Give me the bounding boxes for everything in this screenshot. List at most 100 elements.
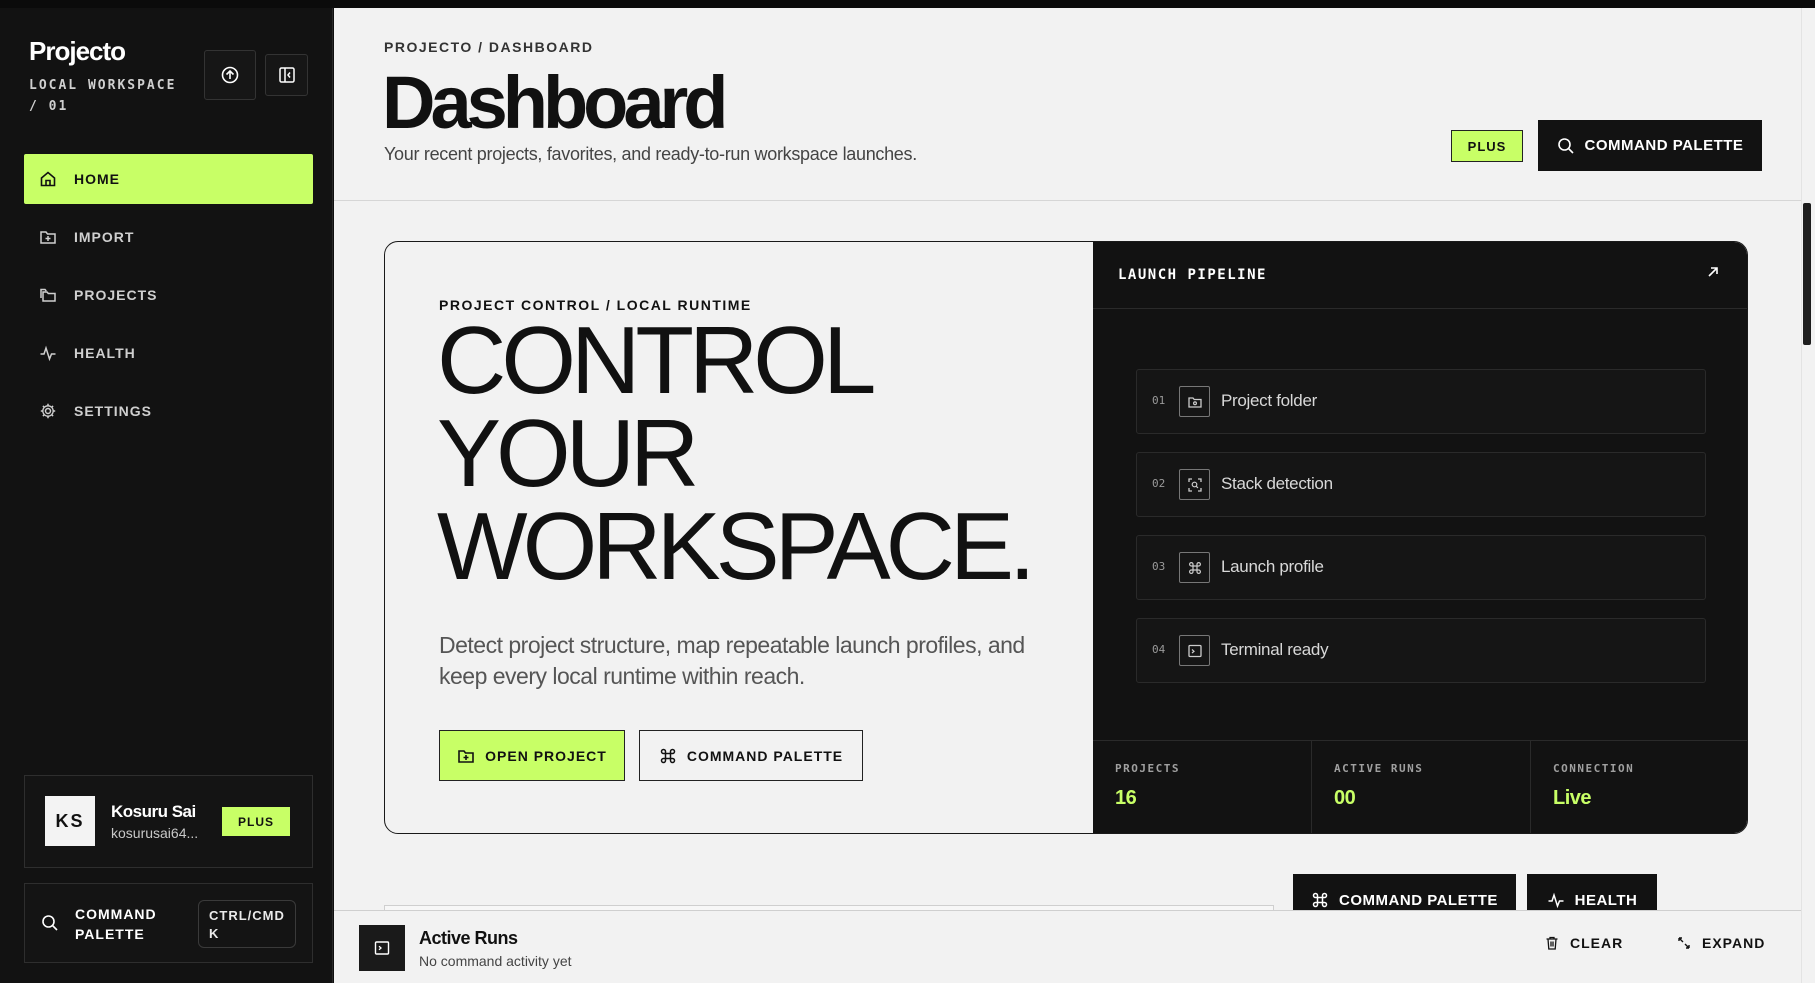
active-runs-title: Active Runs — [419, 928, 518, 948]
scan-icon — [1179, 469, 1210, 500]
sidebar-item-label: HEALTH — [74, 345, 136, 361]
terminal-icon — [1179, 635, 1210, 666]
search-icon — [41, 914, 59, 932]
window-top-border — [0, 0, 1815, 8]
hero-description: Detect project structure, map repeatable… — [439, 632, 1025, 689]
step-number: 01 — [1152, 394, 1166, 407]
scrollbar-track[interactable] — [1801, 8, 1815, 983]
stat-label: CONNECTION — [1553, 762, 1635, 775]
pulse-icon — [38, 343, 58, 363]
sidebar-item-label: PROJECTS — [74, 287, 158, 303]
step-label: Terminal ready — [1221, 640, 1329, 659]
plan-badge: PLUS — [1451, 130, 1523, 162]
button-label: COMMAND PALETTE — [1584, 137, 1744, 154]
button-label: COMMAND PALETTE — [1339, 891, 1498, 909]
expand-button[interactable]: EXPAND — [1676, 935, 1765, 951]
command-icon — [1311, 891, 1329, 909]
launch-pipeline-panel: LAUNCH PIPELINE 01 Project folder 02 Sta… — [1093, 242, 1747, 833]
trash-icon — [1544, 935, 1560, 951]
button-label: HEALTH — [1574, 891, 1638, 909]
step-label: Project folder — [1221, 391, 1317, 410]
sidebar-collapse-icon — [278, 66, 296, 84]
page-title: Dashboard — [382, 61, 729, 144]
header-divider — [334, 200, 1801, 201]
pipeline-title: LAUNCH PIPELINE — [1118, 267, 1267, 283]
gear-icon — [38, 401, 58, 421]
expand-icon — [1676, 935, 1692, 951]
button-label: COMMAND PALETTE — [686, 747, 844, 764]
folder-icon — [1179, 386, 1210, 417]
folders-icon — [38, 285, 58, 305]
pipeline-divider — [1093, 308, 1747, 309]
active-runs-status: No command activity yet — [419, 953, 572, 969]
upload-button[interactable] — [204, 50, 256, 100]
pipeline-step: 02 Stack detection — [1136, 452, 1706, 517]
scrollbar-thumb[interactable] — [1803, 203, 1811, 345]
pulse-icon — [1547, 891, 1565, 909]
folder-import-icon — [38, 227, 58, 247]
active-runs-bar: Active Runs No command activity yet CLEA… — [334, 910, 1801, 983]
pipeline-steps: 01 Project folder 02 Stack detection 03 … — [1136, 369, 1706, 701]
step-number: 03 — [1152, 560, 1166, 573]
avatar: KS — [45, 796, 95, 846]
open-external-button[interactable] — [1705, 264, 1721, 280]
collapse-sidebar-button[interactable] — [265, 54, 308, 96]
sidebar-item-settings[interactable]: SETTINGS — [24, 386, 313, 436]
stat-active-runs: ACTIVE RUNS 00 — [1312, 741, 1531, 833]
arrow-up-right-icon — [1705, 264, 1721, 280]
headline-line: CONTROL — [437, 307, 876, 414]
breadcrumb: PROJECTO / DASHBOARD — [384, 39, 594, 55]
shortcut-hint: CTRL/CMD K — [198, 900, 296, 948]
step-number: 02 — [1152, 477, 1166, 490]
step-label: Stack detection — [1221, 474, 1333, 493]
user-name: Kosuru Sai — [111, 802, 196, 821]
main-content: PROJECTO / DASHBOARD Dashboard Your rece… — [334, 8, 1801, 983]
step-label: Launch profile — [1221, 557, 1324, 576]
user-email: kosurusai64... — [111, 825, 199, 841]
workspace-label: LOCAL WORKSPACE / 01 — [29, 78, 177, 114]
stat-connection: CONNECTION Live — [1531, 741, 1747, 833]
stat-label: ACTIVE RUNS — [1334, 762, 1424, 775]
clear-button[interactable]: CLEAR — [1544, 935, 1623, 951]
upload-circle-icon — [221, 66, 239, 84]
page-subtitle: Your recent projects, favorites, and rea… — [384, 144, 917, 164]
button-label: CLEAR — [1570, 935, 1624, 951]
home-icon — [38, 169, 58, 189]
pipeline-stats: PROJECTS 16 ACTIVE RUNS 00 CONNECTION Li… — [1093, 740, 1747, 833]
sidebar-nav: HOME IMPORT PROJECTS HEALTH SETTINGS — [24, 154, 313, 444]
hero-panel: PROJECT CONTROL / LOCAL RUNTIME CONTROL … — [384, 241, 1748, 834]
sidebar-item-projects[interactable]: PROJECTS — [24, 270, 313, 320]
command-palette-button[interactable]: COMMAND PALETTE — [1538, 120, 1762, 171]
sidebar: Projecto LOCAL WORKSPACE / 01 HOME IMPOR… — [0, 8, 333, 983]
folder-plus-icon — [457, 747, 475, 765]
headline-line: WORKSPACE. — [437, 493, 1036, 600]
command-icon — [1179, 552, 1210, 583]
sidebar-item-label: HOME — [74, 171, 120, 187]
sidebar-item-home[interactable]: HOME — [24, 154, 313, 204]
stat-label: PROJECTS — [1115, 762, 1180, 775]
user-card[interactable]: KS Kosuru Sai kosurusai64... PLUS — [24, 775, 313, 868]
hero-command-palette-button[interactable]: COMMAND PALETTE — [639, 730, 863, 781]
sidebar-item-health[interactable]: HEALTH — [24, 328, 313, 378]
app-window: Projecto LOCAL WORKSPACE / 01 HOME IMPOR… — [0, 0, 1815, 983]
pipeline-step: 01 Project folder — [1136, 369, 1706, 434]
stat-projects: PROJECTS 16 — [1093, 741, 1312, 833]
stat-value: 00 — [1334, 787, 1356, 809]
sidebar-item-import[interactable]: IMPORT — [24, 212, 313, 262]
sidebar-item-label: SETTINGS — [74, 403, 153, 419]
pipeline-step: 04 Terminal ready — [1136, 618, 1706, 683]
search-icon — [1557, 137, 1575, 155]
open-project-button[interactable]: OPEN PROJECT — [439, 730, 625, 781]
sidebar-command-palette-button[interactable]: COMMAND PALETTE CTRL/CMD K — [24, 883, 313, 963]
headline-line: YOUR — [437, 400, 699, 507]
button-label: OPEN PROJECT — [485, 747, 607, 764]
step-number: 04 — [1152, 643, 1166, 656]
stat-value: Live — [1553, 787, 1592, 809]
button-label: EXPAND — [1702, 935, 1766, 951]
terminal-icon — [359, 925, 405, 971]
plan-badge: PLUS — [222, 807, 290, 836]
stat-value: 16 — [1115, 787, 1137, 809]
command-icon — [659, 747, 677, 765]
pipeline-step: 03 Launch profile — [1136, 535, 1706, 600]
sidebar-item-label: IMPORT — [74, 229, 135, 245]
